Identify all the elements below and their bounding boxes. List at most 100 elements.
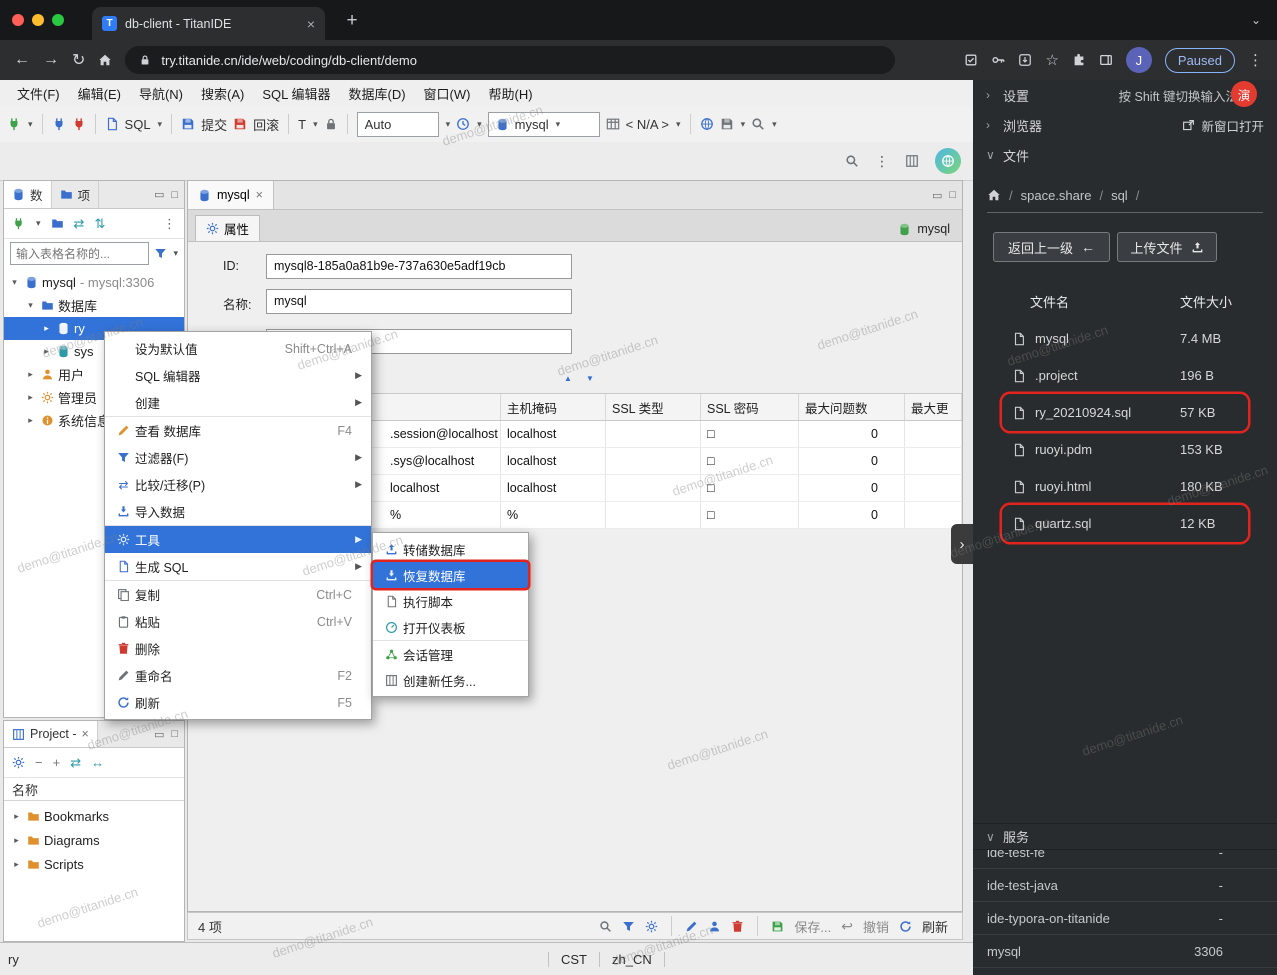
commit-mode-select[interactable]: Auto: [356, 111, 439, 137]
open-new-window-action[interactable]: 新窗口打开: [1182, 116, 1264, 135]
file-row-mysql[interactable]: mysql 7.4 MB: [1002, 320, 1248, 357]
breadcrumb-segment[interactable]: space.share: [1021, 188, 1092, 203]
save-caret-icon[interactable]: ▾: [741, 119, 746, 130]
submenu-item-create-task[interactable]: 创建新任务...: [373, 667, 528, 693]
tree-node-mysql[interactable]: ▾ mysql - mysql:3306: [4, 271, 184, 294]
twisty-icon[interactable]: ▸: [10, 859, 23, 870]
sidebar-section-files[interactable]: ∨ 文件: [973, 140, 1277, 170]
service-row-ide-typora[interactable]: ide-typora-on-titanide -: [973, 902, 1277, 935]
go-up-button[interactable]: 返回上一级 ←: [993, 232, 1110, 262]
menu-item-create[interactable]: 创建 ▶: [105, 389, 371, 416]
upload-file-button[interactable]: 上传文件: [1117, 232, 1217, 262]
sql-editor-label[interactable]: SQL: [125, 117, 151, 132]
connection-select[interactable]: mysql ▾: [487, 111, 600, 137]
delete-row-trash-icon[interactable]: [731, 920, 744, 933]
nav-connection-caret-icon[interactable]: ▾: [36, 218, 41, 229]
schema-select-value[interactable]: < N/A >: [626, 117, 669, 132]
connect-icon[interactable]: [52, 117, 66, 131]
collapse-all-icon[interactable]: ⇅: [94, 216, 105, 232]
tree-node-diagrams[interactable]: ▸ Diagrams: [4, 828, 184, 852]
close-window-button[interactable]: [12, 14, 24, 26]
browser-tab[interactable]: T db-client - TitanIDE ×: [92, 7, 325, 40]
col-ssl-type[interactable]: SSL 类型: [606, 394, 701, 420]
url-bar[interactable]: try.titanide.cn/ide/web/coding/db-client…: [125, 46, 896, 74]
file-row-ruoyi-pdm[interactable]: ruoyi.pdm 153 KB: [1002, 431, 1248, 468]
sidebar-section-services[interactable]: ∨ 服务: [973, 823, 1277, 850]
grid-filter-icon[interactable]: [622, 920, 635, 933]
twisty-icon[interactable]: ▸: [40, 323, 53, 334]
transaction-log-clock-icon[interactable]: [456, 117, 470, 131]
menu-item-delete[interactable]: 删除: [105, 635, 371, 662]
twisty-icon[interactable]: ▸: [10, 835, 23, 846]
home-icon[interactable]: [987, 188, 1001, 202]
menu-item-view-database[interactable]: 查看 数据库 F4: [105, 416, 371, 444]
twisty-icon[interactable]: ▸: [24, 369, 37, 380]
service-row-ide-test-java[interactable]: ide-test-java -: [973, 869, 1277, 902]
twisty-icon[interactable]: ▸: [40, 346, 53, 357]
commit-mode-caret-icon[interactable]: ▾: [446, 119, 451, 130]
disconnect-icon[interactable]: [72, 117, 86, 131]
undo-icon[interactable]: ↩: [841, 918, 853, 935]
sync-paused-badge[interactable]: Paused: [1164, 47, 1235, 73]
fetch-next-icon[interactable]: ▼: [586, 374, 594, 383]
submenu-item-open-dashboard[interactable]: 打开仪表板: [373, 614, 528, 640]
rollback-icon[interactable]: [233, 117, 247, 131]
quick-search-icon[interactable]: [845, 154, 859, 168]
col-max-updates[interactable]: 最大更: [905, 394, 962, 420]
new-connection-caret-icon[interactable]: ▾: [28, 119, 33, 130]
clock-caret-icon[interactable]: ▾: [477, 119, 482, 130]
edit-row-icon[interactable]: [685, 920, 698, 933]
minimize-panel-icon[interactable]: ▭: [154, 728, 164, 741]
menu-item-filter[interactable]: 过滤器(F) ▶: [105, 444, 371, 471]
menu-sql-editor[interactable]: SQL 编辑器: [253, 84, 339, 103]
fetch-prev-icon[interactable]: ▲: [564, 374, 572, 383]
menu-search[interactable]: 搜索(A): [192, 84, 253, 103]
save-icon[interactable]: [771, 920, 784, 933]
nav-menu-kebab-icon[interactable]: ⋮: [163, 216, 176, 232]
submenu-item-dump-database[interactable]: 转储数据库: [373, 536, 528, 562]
link-editor-icon[interactable]: ⇄: [74, 216, 85, 232]
submenu-item-execute-script[interactable]: 执行脚本: [373, 588, 528, 614]
minimize-panel-icon[interactable]: ▭: [932, 189, 942, 202]
schema-table-icon[interactable]: [606, 117, 620, 131]
file-row-quartz-sql[interactable]: quartz.sql 12 KB: [1002, 505, 1248, 542]
tab-list-chevron-icon[interactable]: ⌄: [1251, 13, 1261, 27]
twisty-icon[interactable]: ▾: [8, 277, 21, 288]
install-icon[interactable]: [1018, 53, 1032, 67]
submenu-item-restore-database[interactable]: 恢复数据库: [373, 562, 528, 588]
grid-search-icon[interactable]: [599, 920, 612, 933]
maximize-panel-icon[interactable]: □: [171, 189, 178, 201]
menu-item-copy[interactable]: 复制 Ctrl+C: [105, 580, 371, 608]
table-filter-input[interactable]: [10, 242, 150, 265]
maximize-panel-icon[interactable]: □: [171, 728, 178, 740]
transaction-mode-label[interactable]: T: [298, 117, 306, 132]
bookmark-star-icon[interactable]: ☆: [1045, 51, 1058, 69]
ime-badge[interactable]: 演: [1231, 81, 1257, 107]
transaction-caret-icon[interactable]: ▾: [313, 119, 318, 130]
refresh-label[interactable]: 刷新: [922, 917, 948, 936]
menu-item-import-data[interactable]: 导入数据: [105, 498, 371, 525]
reload-button[interactable]: ↻: [72, 50, 85, 70]
twisty-icon[interactable]: ▸: [24, 392, 37, 403]
home-button[interactable]: [98, 51, 112, 69]
save-label[interactable]: 保存...: [794, 917, 831, 936]
menu-help[interactable]: 帮助(H): [479, 84, 541, 103]
project-settings-gear-icon[interactable]: [12, 756, 25, 769]
minimize-window-button[interactable]: [32, 14, 44, 26]
sql-caret-icon[interactable]: ▾: [158, 119, 163, 130]
nav-folder-icon[interactable]: [51, 217, 64, 230]
sync-arrows-icon[interactable]: ⇄: [70, 755, 81, 771]
browser-menu-kebab-icon[interactable]: ⋮: [1248, 51, 1263, 69]
search-toolbar-icon[interactable]: [751, 117, 765, 131]
tab-project[interactable]: Project - ×: [4, 721, 98, 747]
commit-icon[interactable]: [181, 117, 195, 131]
new-tab-button[interactable]: +: [340, 9, 364, 33]
tab-projects[interactable]: 项: [52, 181, 100, 208]
new-connection-icon[interactable]: [7, 117, 21, 131]
tab-close-icon[interactable]: ×: [307, 16, 315, 32]
grid-settings-gear-icon[interactable]: [645, 920, 658, 933]
nav-new-connection-icon[interactable]: [12, 217, 25, 230]
menu-database[interactable]: 数据库(D): [340, 84, 415, 103]
user-globe-avatar[interactable]: [935, 148, 961, 174]
expand-icon[interactable]: +: [53, 755, 61, 770]
